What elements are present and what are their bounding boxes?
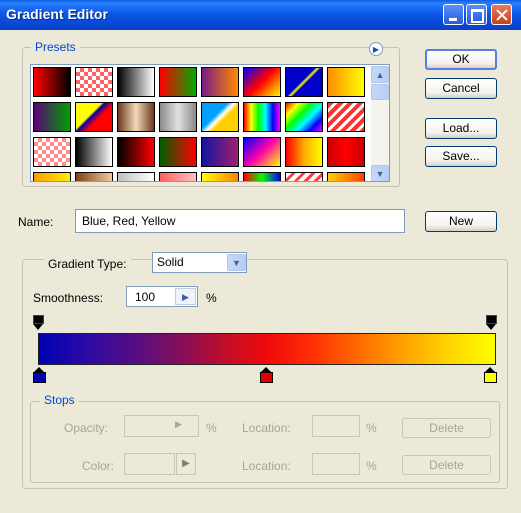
stops-legend: Stops — [40, 393, 79, 407]
preset-swatch[interactable] — [243, 137, 281, 167]
name-input[interactable]: Blue, Red, Yellow — [75, 209, 405, 233]
opacity-stop-right[interactable] — [486, 315, 497, 331]
color-location-label: Location: — [242, 459, 291, 473]
ok-button[interactable]: OK — [425, 49, 497, 70]
smoothness-input[interactable]: 100 ▶ — [126, 286, 198, 307]
chevron-down-icon[interactable]: ▼ — [227, 254, 246, 271]
presets-menu-icon[interactable]: ▶ — [369, 42, 383, 56]
preset-swatch[interactable] — [33, 67, 71, 97]
save-button[interactable]: Save... — [425, 146, 497, 167]
gradient-preview-bar[interactable] — [38, 333, 496, 365]
opacity-location-label: Location: — [242, 421, 291, 435]
new-button[interactable]: New — [425, 211, 497, 232]
scroll-thumb[interactable] — [371, 84, 389, 100]
cancel-button[interactable]: Cancel — [425, 78, 497, 99]
smoothness-unit: % — [206, 291, 217, 305]
gradient-type-select[interactable]: Solid ▼ — [152, 252, 247, 273]
presets-legend: Presets — [31, 40, 80, 54]
preset-swatch[interactable] — [33, 102, 71, 132]
preset-swatch[interactable] — [243, 67, 281, 97]
scroll-down-icon[interactable]: ▼ — [371, 165, 389, 181]
presets-list: ▲ ▼ — [30, 64, 390, 182]
preset-swatch[interactable] — [159, 137, 197, 167]
preset-swatch[interactable] — [285, 67, 323, 97]
color-arrow-icon[interactable]: ▶ — [176, 453, 196, 475]
smoothness-value: 100 — [135, 290, 156, 304]
preset-swatch[interactable] — [285, 102, 323, 132]
preset-swatch[interactable] — [33, 172, 71, 181]
preset-swatch[interactable] — [201, 172, 239, 181]
window-title: Gradient Editor — [6, 6, 108, 22]
opacity-stop-left[interactable] — [33, 315, 44, 331]
delete-opacity-stop-button[interactable]: Delete — [402, 418, 491, 438]
scroll-up-icon[interactable]: ▲ — [371, 66, 389, 83]
preset-swatch[interactable] — [285, 137, 323, 167]
opacity-unit: % — [206, 421, 217, 435]
preset-swatch[interactable] — [201, 102, 239, 132]
gradient-type-value: Solid — [157, 255, 184, 269]
preset-swatch[interactable] — [117, 67, 155, 97]
smoothness-label: Smoothness: — [33, 291, 104, 305]
preset-swatch[interactable] — [159, 172, 197, 181]
preset-swatch[interactable] — [75, 137, 113, 167]
swatch-grid — [32, 66, 370, 181]
preset-swatch[interactable] — [201, 67, 239, 97]
color-swatch[interactable] — [124, 453, 175, 475]
opacity-location-unit: % — [366, 421, 377, 435]
preset-swatch[interactable] — [117, 172, 155, 181]
opacity-input[interactable] — [124, 415, 199, 437]
preset-swatch[interactable] — [327, 67, 365, 97]
title-bar[interactable]: Gradient Editor — [0, 0, 521, 30]
preset-swatch[interactable] — [75, 67, 113, 97]
opacity-arrow-icon[interactable]: ▶ — [175, 419, 182, 430]
color-location-unit: % — [366, 459, 377, 473]
preset-swatch[interactable] — [117, 137, 155, 167]
preset-swatch[interactable] — [243, 102, 281, 132]
preset-swatch[interactable] — [75, 172, 113, 181]
preset-swatch[interactable] — [327, 137, 365, 167]
minimize-button[interactable] — [443, 4, 464, 25]
color-stop-left[interactable] — [33, 367, 46, 383]
preset-swatch[interactable] — [285, 172, 323, 181]
load-button[interactable]: Load... — [425, 118, 497, 139]
preset-swatch[interactable] — [117, 102, 155, 132]
preset-swatch[interactable] — [201, 137, 239, 167]
delete-color-stop-button[interactable]: Delete — [402, 455, 491, 475]
preset-swatch[interactable] — [33, 137, 71, 167]
color-stop-right[interactable] — [484, 367, 497, 383]
preset-swatch[interactable] — [243, 172, 281, 181]
preset-swatch[interactable] — [327, 102, 365, 132]
preset-swatch[interactable] — [75, 102, 113, 132]
presets-scrollbar[interactable]: ▲ ▼ — [371, 66, 389, 181]
preset-swatch[interactable] — [159, 102, 197, 132]
smoothness-arrow-icon[interactable]: ▶ — [175, 288, 196, 305]
name-label: Name: — [18, 215, 54, 229]
close-button[interactable] — [491, 4, 512, 25]
maximize-button[interactable] — [466, 4, 487, 25]
opacity-location-input[interactable] — [312, 415, 360, 437]
preset-swatch[interactable] — [327, 172, 365, 181]
preset-swatch[interactable] — [159, 67, 197, 97]
color-label: Color: — [82, 459, 115, 473]
color-stop-middle[interactable] — [260, 367, 273, 383]
color-location-input[interactable] — [312, 453, 360, 475]
gradient-type-label: Gradient Type: — [44, 257, 131, 271]
opacity-label: Opacity: — [64, 421, 109, 435]
